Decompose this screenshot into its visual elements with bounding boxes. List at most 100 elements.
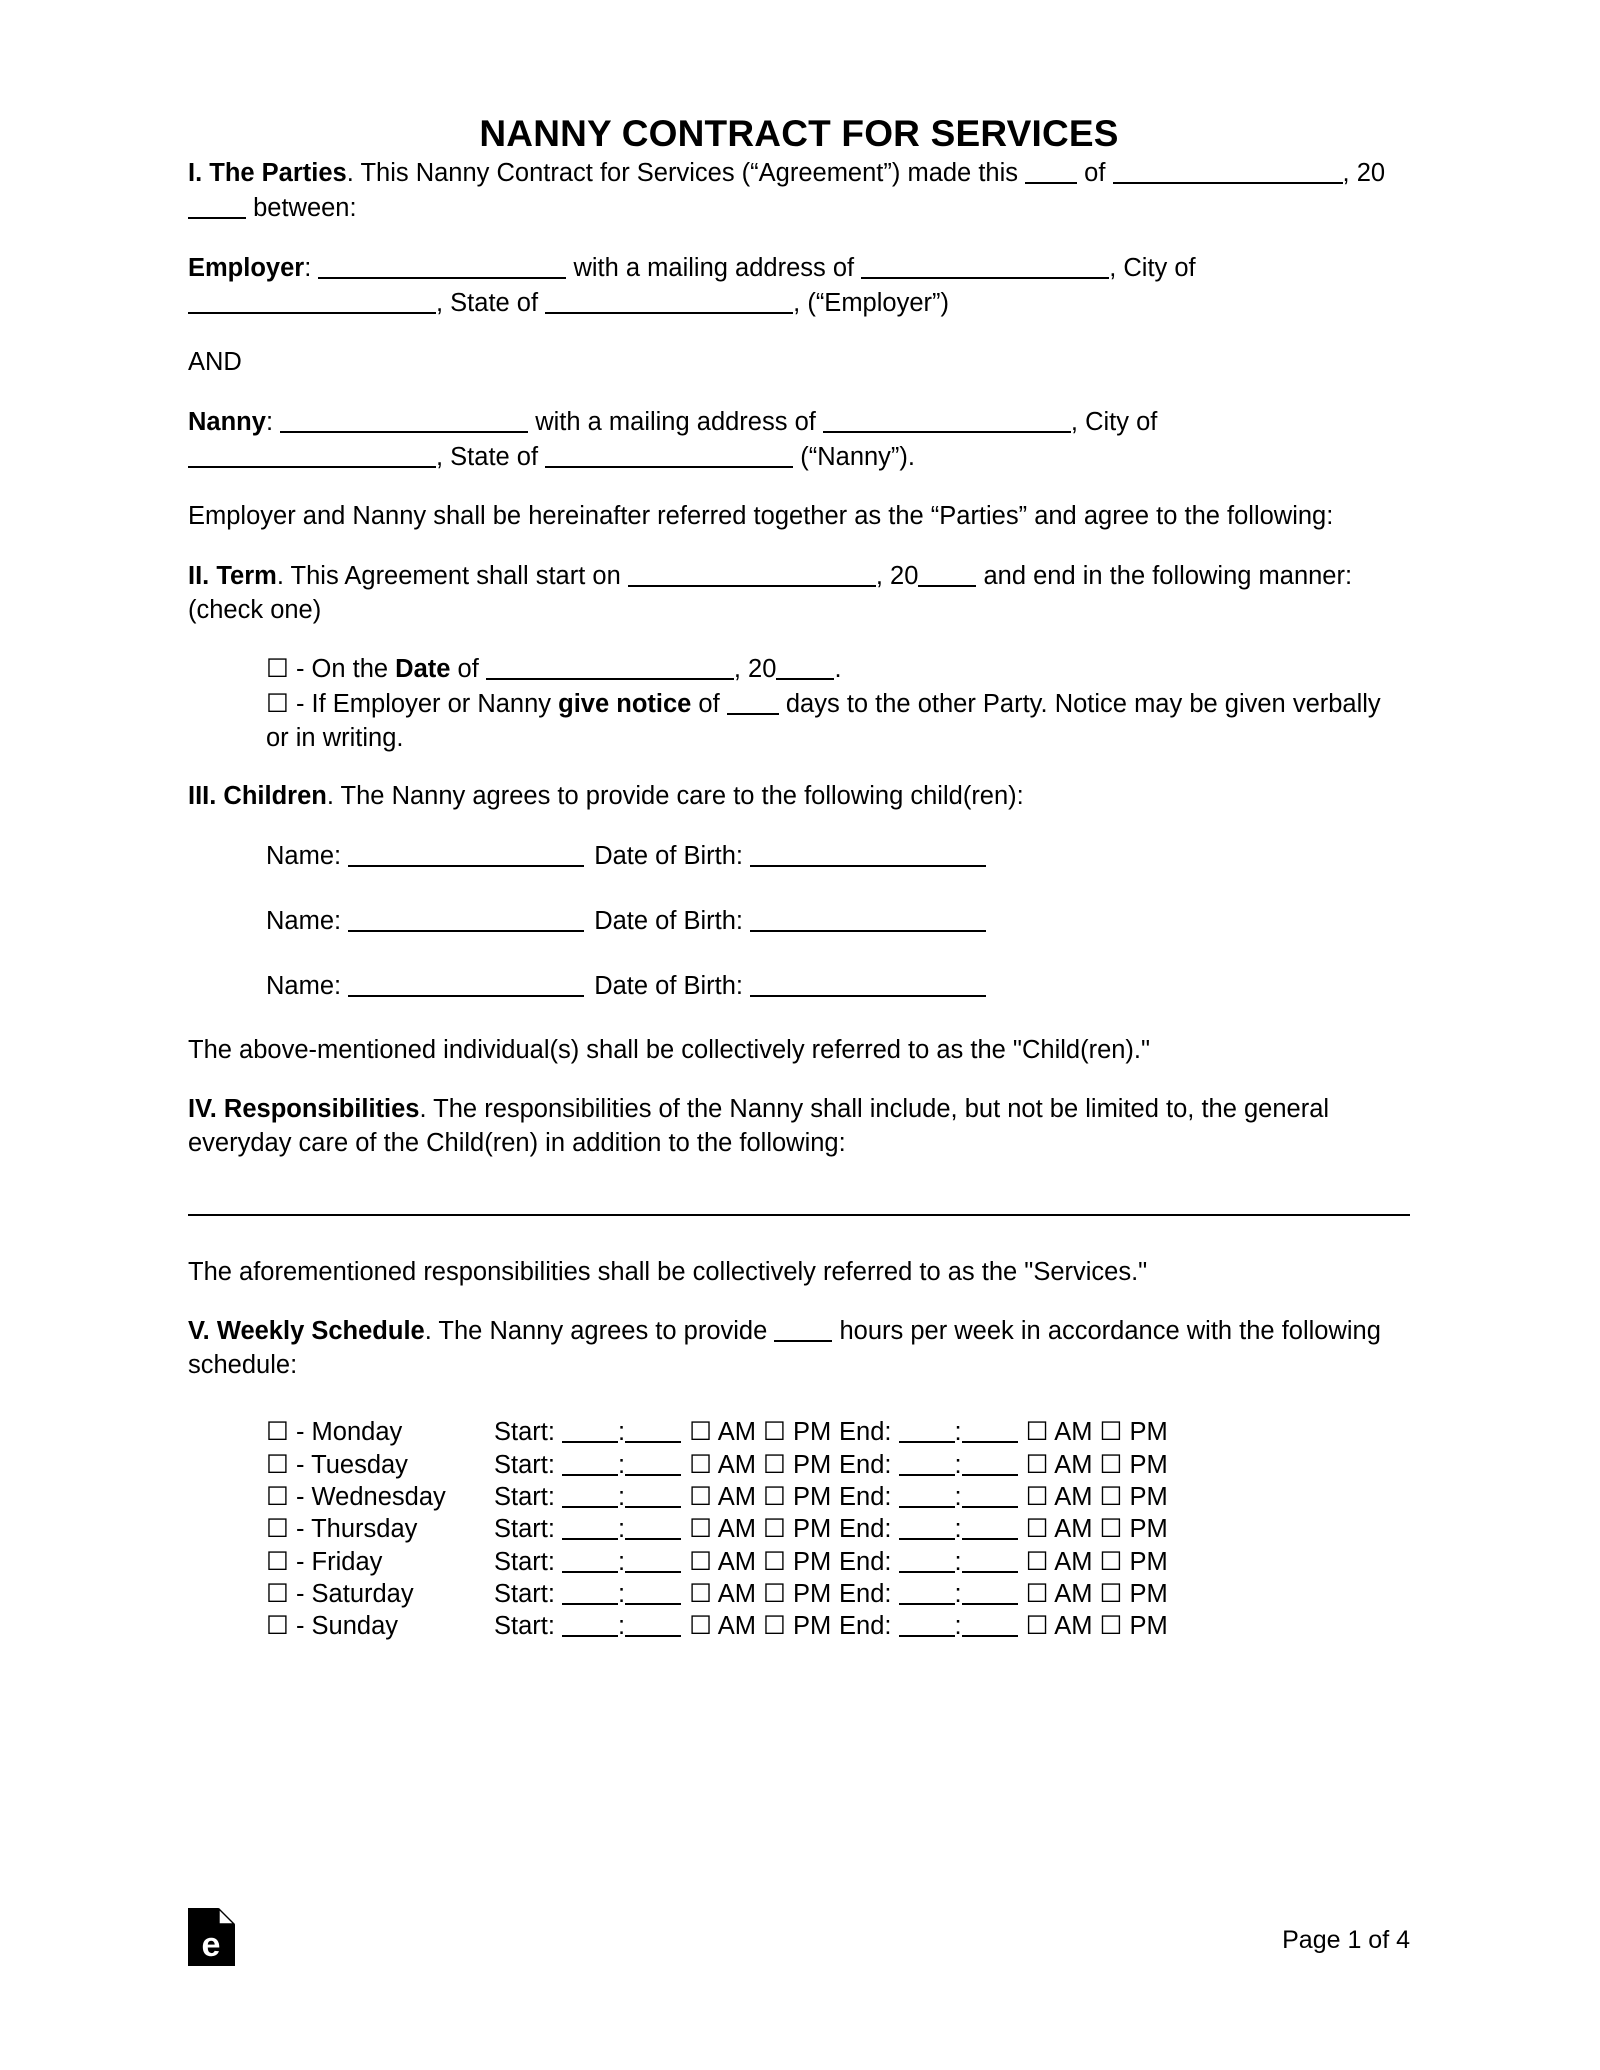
blank-child-name[interactable] [348,904,585,933]
blank-employer-city[interactable] [188,286,436,315]
blank-month[interactable] [1112,156,1343,185]
blank-child-name[interactable] [348,839,585,868]
checkbox-end-am[interactable]: ☐ [1026,1418,1049,1446]
blank-end-minute[interactable] [961,1480,1018,1508]
checkbox-start-am[interactable]: ☐ [689,1483,712,1511]
checkbox-start-pm[interactable]: ☐ [763,1418,786,1446]
checkbox-end-pm[interactable]: ☐ [1100,1418,1123,1446]
checkbox-start-pm[interactable]: ☐ [763,1451,786,1479]
blank-end-minute[interactable] [961,1545,1018,1573]
blank-start-hour[interactable] [562,1545,619,1573]
checkbox-term-notice[interactable]: ☐ [266,690,289,718]
checkbox-end-pm[interactable]: ☐ [1100,1515,1123,1543]
blank-nanny-city[interactable] [188,440,436,468]
blank-start-hour[interactable] [562,1448,619,1476]
checkbox-end-am[interactable]: ☐ [1026,1483,1049,1511]
blank-start-minute[interactable] [625,1512,682,1541]
blank-end-minute[interactable] [961,1577,1018,1605]
blank-start-minute[interactable] [625,1577,682,1605]
blank-child-dob[interactable] [750,969,987,998]
checkbox-day-sunday[interactable]: ☐ [266,1612,289,1640]
checkbox-start-pm[interactable]: ☐ [763,1612,786,1640]
checkbox-end-am[interactable]: ☐ [1026,1451,1049,1479]
eforms-logo[interactable]: e [188,1908,235,1966]
day-dash: - [288,1515,312,1544]
checkbox-start-am[interactable]: ☐ [689,1548,712,1576]
blank-term-end-date[interactable] [485,652,734,681]
blank-employer-state[interactable] [545,286,794,315]
blank-term-start-date[interactable] [627,559,876,587]
checkbox-start-am[interactable]: ☐ [689,1451,712,1479]
blank-end-hour[interactable] [898,1512,955,1541]
blank-end-hour[interactable] [898,1609,955,1638]
blank-start-minute[interactable] [625,1545,682,1573]
blank-nanny-address[interactable] [822,405,1071,433]
weekly-schedule-body: ☐ - Monday Start: : ☐ AM ☐ PM End: : ☐ AM … [266,1415,1179,1641]
blank-child-name[interactable] [348,969,585,998]
checkbox-end-pm[interactable]: ☐ [1100,1612,1123,1640]
checkbox-term-date[interactable]: ☐ [266,655,289,683]
pm-label: PM [793,1580,832,1608]
checkbox-end-pm[interactable]: ☐ [1100,1548,1123,1576]
checkbox-start-am[interactable]: ☐ [689,1612,712,1640]
checkbox-start-pm[interactable]: ☐ [763,1580,786,1608]
start-label: Start: [494,1547,563,1576]
checkbox-day-saturday[interactable]: ☐ [266,1580,289,1608]
blank-start-hour[interactable] [562,1480,619,1508]
checkbox-start-pm[interactable]: ☐ [763,1548,786,1576]
checkbox-end-pm[interactable]: ☐ [1100,1483,1123,1511]
checkbox-end-am[interactable]: ☐ [1026,1515,1049,1543]
checkbox-day-tuesday[interactable]: ☐ [266,1451,289,1479]
pm-label: PM [793,1450,832,1479]
checkbox-start-pm[interactable]: ☐ [763,1515,786,1543]
checkbox-end-am[interactable]: ☐ [1026,1612,1049,1640]
schedule-day-cell: ☐ - Tuesday [266,1448,494,1480]
checkbox-day-wednesday[interactable]: ☐ [266,1483,289,1511]
blank-end-minute[interactable] [961,1415,1018,1444]
blank-day[interactable] [1025,156,1078,185]
end-label: End: [839,1580,899,1608]
pm-label: PM [1129,1418,1168,1447]
blank-employer-address[interactable] [861,251,1110,280]
blank-start-minute[interactable] [625,1448,682,1476]
blank-start-hour[interactable] [562,1415,619,1444]
blank-end-hour[interactable] [898,1480,955,1508]
blank-start-minute[interactable] [625,1480,682,1508]
blank-end-minute[interactable] [961,1512,1018,1541]
checkbox-end-pm[interactable]: ☐ [1100,1580,1123,1608]
blank-start-hour[interactable] [562,1512,619,1541]
blank-end-hour[interactable] [898,1545,955,1573]
blank-child-dob[interactable] [750,839,987,868]
blank-start-minute[interactable] [625,1609,682,1638]
checkbox-start-am[interactable]: ☐ [689,1515,712,1543]
checkbox-day-monday[interactable]: ☐ [266,1418,289,1446]
blank-end-hour[interactable] [898,1577,955,1605]
blank-notice-days[interactable] [726,687,779,716]
checkbox-start-am[interactable]: ☐ [689,1418,712,1446]
blank-start-hour[interactable] [562,1609,619,1638]
checkbox-start-pm[interactable]: ☐ [763,1483,786,1511]
blank-end-hour[interactable] [898,1415,955,1444]
checkbox-start-am[interactable]: ☐ [689,1580,712,1608]
blank-nanny-name[interactable] [280,405,529,433]
checkbox-end-am[interactable]: ☐ [1026,1580,1049,1608]
blank-end-minute[interactable] [961,1609,1018,1638]
blank-start-minute[interactable] [625,1415,682,1444]
term-options: ☐ - On the Date of , 20. ☐ - If Employer… [188,652,1410,755]
blank-hours-per-week[interactable] [774,1314,833,1343]
checkbox-end-pm[interactable]: ☐ [1100,1451,1123,1479]
blank-term-start-year[interactable] [918,559,977,587]
blank-term-end-year[interactable] [776,652,835,681]
blank-child-dob[interactable] [750,904,987,933]
blank-end-hour[interactable] [898,1448,955,1476]
blank-end-minute[interactable] [961,1448,1018,1476]
blank-start-hour[interactable] [562,1577,619,1605]
blank-employer-name[interactable] [318,251,567,280]
checkbox-day-friday[interactable]: ☐ [266,1548,289,1576]
blank-year[interactable] [188,191,246,220]
day-dash: - [288,1418,312,1447]
blank-nanny-state[interactable] [545,440,794,468]
checkbox-day-thursday[interactable]: ☐ [266,1515,289,1543]
blank-responsibilities-line[interactable] [188,1197,1410,1216]
checkbox-end-am[interactable]: ☐ [1026,1548,1049,1576]
